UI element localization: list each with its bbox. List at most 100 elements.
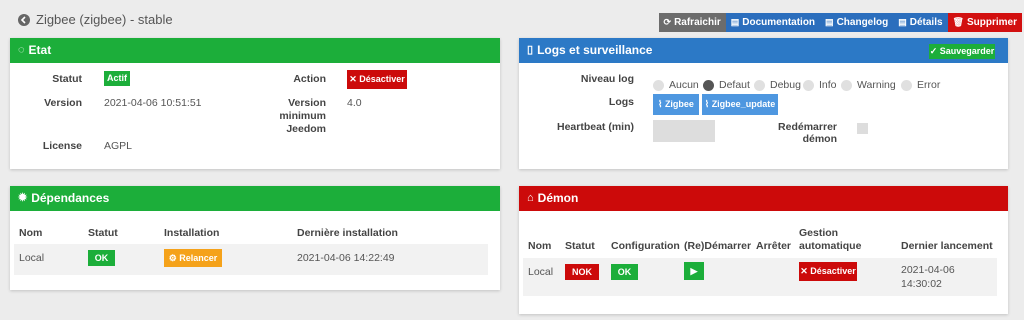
version-label: Version [44,97,82,109]
demon-header-dernier: Dernier lancement [901,240,993,252]
radio-warning[interactable]: Warning [841,79,896,91]
radio-dot-selected [703,79,714,91]
logs-label: Logs [608,96,634,108]
license-value: AGPL [104,140,133,152]
changelog-button[interactable]: ▤ Changelog [820,13,894,32]
radio-label: Error [917,79,941,91]
start-button[interactable]: ▶ [684,262,704,280]
documentation-button[interactable]: ▤ Documentation [725,13,821,32]
logs-title: Logs et surveillance [537,43,653,57]
university-icon: ⌂ [527,192,534,204]
demon-header-nom: Nom [528,240,552,252]
circle-notch-icon: ◌ [18,44,25,56]
deactivate-button[interactable]: ✕ Désactiver [347,70,407,89]
demon-header-redemarrer: (Re)Démarrer [684,240,752,252]
cog-icon: ✹ [18,192,28,204]
demon-header-statut: Statut [565,240,595,252]
niveau-log-label: Niveau log [580,73,634,85]
radio-dot [803,79,814,91]
dep-row-derniere: 2021-04-06 14:22:49 [297,252,395,264]
restart-daemon-checkbox[interactable] [857,123,868,134]
demon-header-gestion-line2: automatique [799,240,862,252]
radio-dot [841,79,852,91]
save-label: Sauvegarder [939,46,995,56]
radio-label: Debug [770,79,801,91]
log-zigbee-update-label: Zigbee_update [711,99,776,109]
demon-config-badge: OK [611,264,638,280]
header-button-group: ⟳ Rafraichir ▤ Documentation ▤ Changelog… [658,13,1022,32]
logs-panel: ▯ Logs et surveillance ✓ Sauvegarder Niv… [519,38,1008,169]
radio-dot [653,79,664,91]
radio-dot [754,79,765,91]
demon-row-dernier-time: 14:30:02 [901,278,942,290]
deactivate-label: Désactiver [359,74,405,84]
save-button[interactable]: ✓ Sauvegarder [929,44,995,59]
statut-badge: Actif [104,71,130,86]
dep-row-nom: Local [19,252,45,264]
log-zigbee-label: Zigbee [664,99,694,109]
etat-panel: ◌ Etat Statut Actif Action ✕ Désactiver … [10,38,500,169]
demon-header-arreter: Arrêter [756,240,792,252]
book-icon: ▤ [825,17,834,27]
license-label: License [42,140,82,152]
demon-status-badge: NOK [565,264,599,280]
book-icon: ▤ [730,17,740,27]
dep-header-installation: Installation [164,227,220,239]
changelog-label: Changelog [836,17,889,28]
action-label: Action [293,73,326,85]
version-min-label-line2: minimum [279,110,326,122]
radio-aucun[interactable]: Aucun [653,79,699,91]
etat-title: Etat [28,43,52,57]
refresh-button[interactable]: ⟳ Rafraichir [658,13,726,32]
details-label: Détails [909,17,943,28]
log-zigbee-button[interactable]: ⌇ Zigbee [653,94,699,115]
demon-title: Démon [537,191,579,205]
heartbeat-input[interactable] [653,120,715,142]
version-value: 2021-04-06 10:51:51 [104,97,202,109]
refresh-icon: ⟳ [663,17,672,27]
etat-panel-header: ◌ Etat [10,38,500,63]
radio-info[interactable]: Info [803,79,837,91]
dependances-title: Dépendances [31,191,110,205]
demon-panel: ⌂ Démon Nom Statut Configuration (Re)Dém… [519,186,1008,314]
table-row: Local NOK OK ▶ ✕ Désactiver 2021-04-06 1… [523,258,997,296]
radio-defaut[interactable]: Defaut [703,79,750,91]
radio-error[interactable]: Error [901,79,940,91]
documentation-label: Documentation [742,17,816,28]
delete-label: Supprimer [966,17,1017,28]
details-button[interactable]: ▤ Détails [893,13,948,32]
back-arrow-icon[interactable] [18,13,30,26]
radio-debug[interactable]: Debug [754,79,801,91]
dep-header-statut: Statut [88,227,118,239]
book-icon: ▤ [898,17,907,27]
demon-panel-header: ⌂ Démon [519,186,1008,211]
check-circle-icon: ✓ [929,46,940,56]
refresh-label: Rafraichir [674,17,721,28]
heartbeat-label: Heartbeat (min) [556,121,634,133]
page-title: Zigbee (zigbee) - stable [18,12,173,27]
paperclip-icon: ⌇ [658,99,665,109]
delete-button[interactable]: 🗑 Supprimer [947,13,1022,32]
log-zigbee-update-button[interactable]: ⌇ Zigbee_update [702,94,778,115]
demon-row-dernier-date: 2021-04-06 [901,264,955,276]
top-bar: Zigbee (zigbee) - stable ⟳ Rafraichir ▤ … [0,0,1024,36]
dep-header-nom: Nom [19,227,43,239]
restart-daemon-label: Redémarrer démon [778,121,837,145]
close-icon: ✕ [800,266,811,276]
version-min-value: 4.0 [347,97,362,109]
table-row: Local OK ⚙ Relancer 2021-04-06 14:22:49 [14,244,488,275]
trash-icon: 🗑 [952,17,964,27]
demon-header-gestion-line1: Gestion [799,227,839,239]
play-icon: ▶ [690,266,698,276]
radio-label: Warning [857,79,896,91]
demon-header-configuration: Configuration [611,240,680,252]
statut-label: Statut [52,73,82,85]
gestion-deactivate-button[interactable]: ✕ Désactiver [799,262,857,281]
dep-header-derniere: Dernière installation [297,227,398,239]
radio-label: Defaut [719,79,750,91]
relaunch-button[interactable]: ⚙ Relancer [164,249,222,267]
gestion-deactivate-label: Désactiver [810,266,856,276]
plugin-title: Zigbee (zigbee) - stable [36,12,173,27]
paperclip-icon: ⌇ [704,99,712,109]
demon-row-nom: Local [528,266,554,278]
